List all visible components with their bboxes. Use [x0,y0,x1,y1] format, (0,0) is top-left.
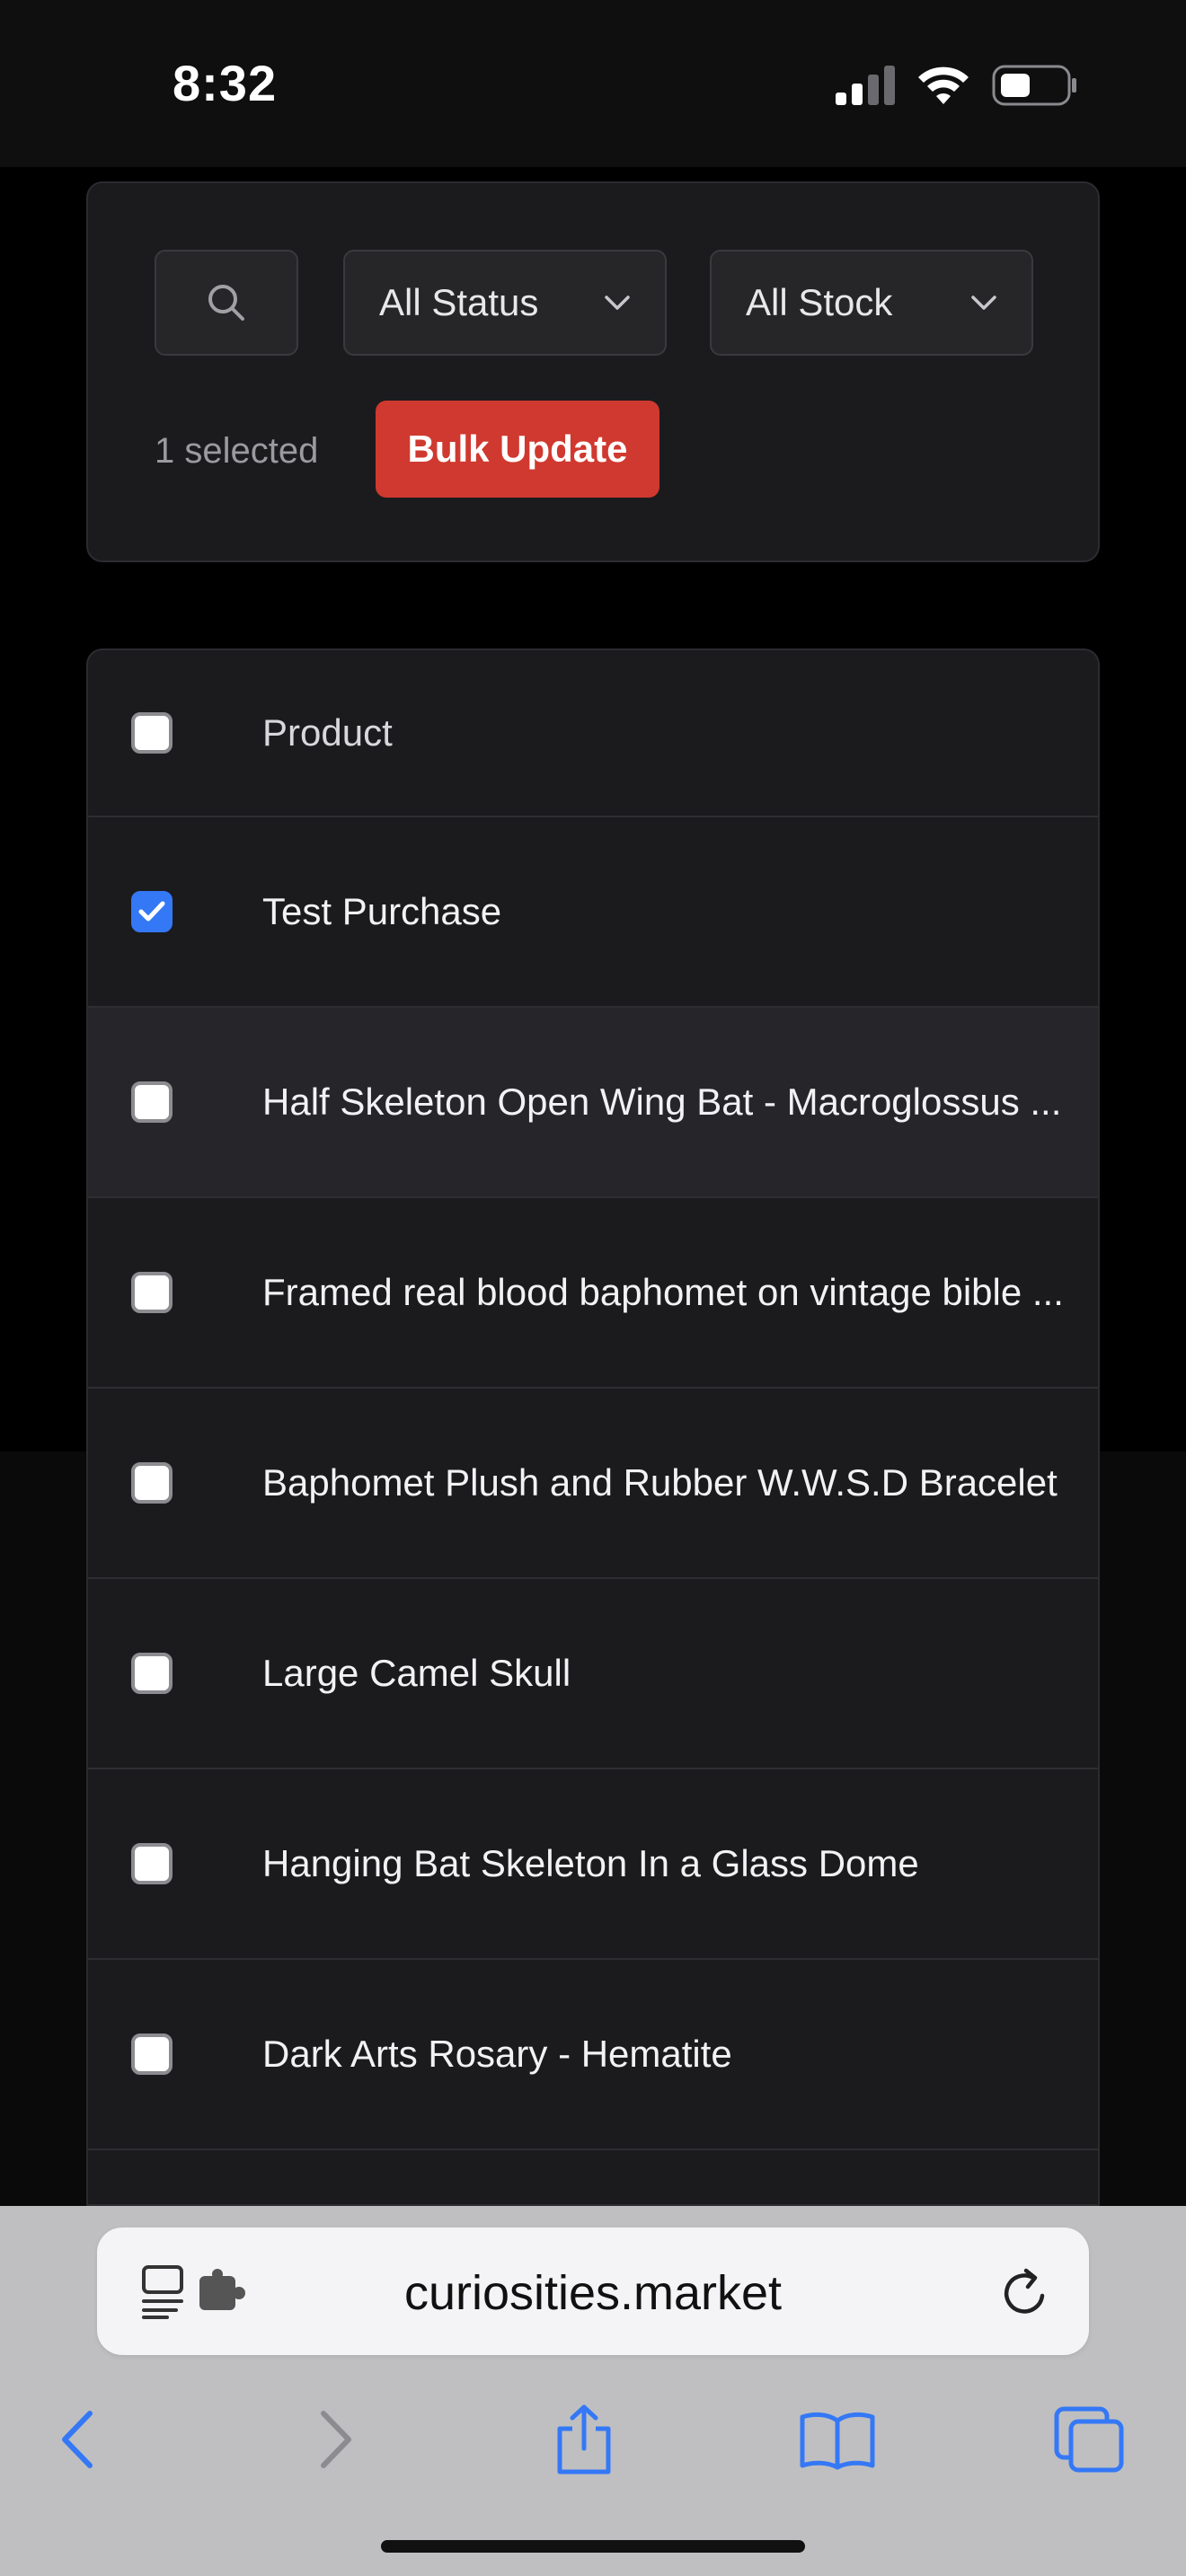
table-row[interactable]: Large Camel Skull [88,1579,1098,1769]
url-text: curiosities.market [403,2266,783,2320]
product-name: Dark Arts Rosary - Hematite [262,2033,732,2075]
browser-toolbar: curiosities.market [0,2206,1186,2576]
status-filter-label: All Status [379,281,539,323]
product-name: Framed real blood baphomet on vintage bi… [262,1271,1064,1313]
status-filter-select[interactable]: All Status [343,250,667,356]
product-table: Product Test Purchase Half Skeleton Open… [86,648,1100,2206]
bulk-update-button[interactable]: Bulk Update [376,401,659,498]
product-column-header: Product [262,711,393,754]
browser-nav-toolbar [0,2386,1186,2502]
filter-card: All Status All Stock 1 selected Bulk Upd… [86,181,1100,562]
stock-filter-select[interactable]: All Stock [710,250,1033,356]
status-time: 8:32 [173,55,278,111]
selected-count: 1 selected [155,431,319,471]
row-checkbox[interactable] [131,2033,173,2075]
share-button[interactable] [530,2386,638,2493]
chevron-right-icon [321,2411,351,2468]
table-row[interactable]: Hanging Bat Skeleton In a Glass Dome [88,1769,1098,1960]
table-row[interactable]: Half Skeleton Open Wing Bat - Macrogloss… [88,1008,1098,1198]
product-name: Baphomet Plush and Rubber W.W.S.D Bracel… [262,1461,1058,1504]
stock-filter-label: All Stock [746,281,893,323]
row-checkbox[interactable] [131,1272,173,1313]
table-row[interactable]: Test Purchase [88,817,1098,1008]
table-row[interactable]: Baphomet Plush and Rubber W.W.S.D Bracel… [88,1389,1098,1579]
search-icon [208,285,244,321]
book-icon [800,2412,875,2470]
product-name: Hanging Bat Skeleton In a Glass Dome [262,1842,919,1884]
reload-icon[interactable] [1001,2265,1053,2319]
tabs-icon [1054,2406,1124,2473]
share-icon [557,2404,611,2475]
cellular-signal-icon [836,66,895,105]
bookmarks-button[interactable] [783,2386,891,2493]
product-name: Large Camel Skull [262,1652,571,1694]
battery-icon [992,65,1076,106]
table-row[interactable]: Dark Arts Rosary - Hematite [88,1960,1098,2150]
row-checkbox[interactable] [131,891,173,932]
back-button[interactable] [23,2386,131,2493]
wifi-icon [918,66,969,104]
checkmark-icon [138,901,165,922]
tabs-button[interactable] [1035,2386,1143,2493]
chevron-left-icon [62,2411,93,2468]
product-name: Half Skeleton Open Wing Bat - Macrogloss… [262,1081,1062,1123]
chevron-down-icon [971,296,996,310]
row-checkbox[interactable] [131,1462,173,1504]
row-checkbox[interactable] [131,1653,173,1694]
product-name: Test Purchase [262,890,502,932]
row-checkbox[interactable] [131,1843,173,1884]
status-bar: 8:32 [0,0,1186,167]
status-icons [834,65,1078,106]
table-row[interactable]: Framed real blood baphomet on vintage bi… [88,1198,1098,1389]
row-checkbox[interactable] [131,1081,173,1123]
search-input[interactable] [155,250,298,356]
chevron-down-icon [605,296,630,310]
forward-button[interactable] [282,2386,390,2493]
select-all-checkbox[interactable] [131,712,173,754]
address-bar[interactable]: curiosities.market [97,2228,1089,2355]
table-header-row: Product [88,650,1098,817]
home-indicator [381,2540,805,2553]
